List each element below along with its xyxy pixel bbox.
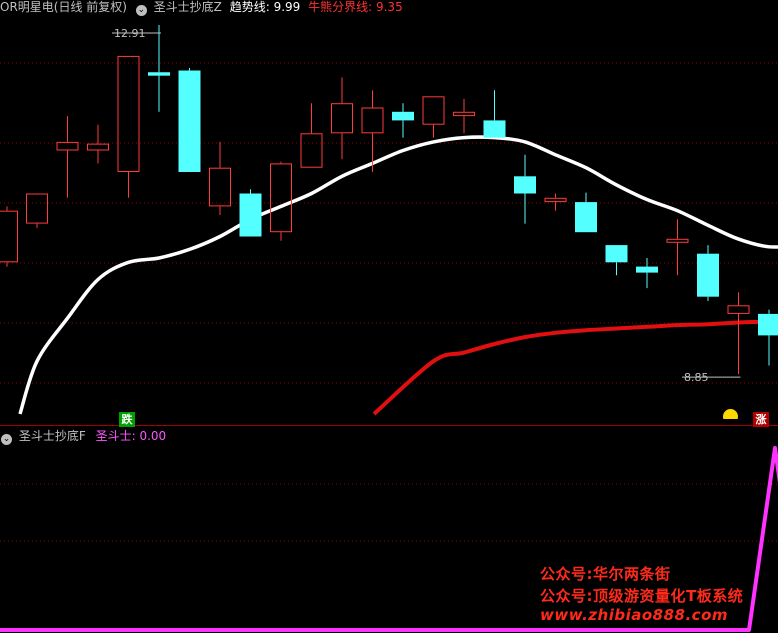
low-label: 8.85 (684, 371, 709, 384)
candle-body (26, 193, 48, 224)
drop-marker: 跌 (119, 412, 135, 427)
annotation-layer: 12.91 8.85 (112, 27, 741, 384)
candle-body (453, 111, 475, 117)
candle-body (87, 143, 109, 151)
candle-body (758, 313, 778, 336)
trend-line (18, 135, 778, 415)
signal-series-label: 圣斗士: (95, 429, 136, 443)
watermark-line-1: 公众号:华尔两条街 (540, 565, 671, 583)
high-label: 12.91 (114, 27, 146, 40)
candle-body (605, 245, 628, 263)
stock-title: OR明星电(日线 前复权) (0, 0, 127, 14)
grid-layer (0, 62, 778, 542)
candle-body (117, 55, 140, 172)
chart-stage: 12.91 8.85 OR明星电(日线 前复权) ⌄ 圣斗士抄底Z 趋势线: 9.… (0, 0, 778, 633)
candle-body (575, 202, 597, 233)
trend-line-value: 9.99 (273, 0, 301, 14)
watermark-line-3: www.zhibiao888.com (540, 606, 729, 624)
candle-body (331, 103, 353, 134)
indicator-menu-icon[interactable]: ⌄ (135, 5, 147, 16)
candle-body (483, 120, 506, 138)
bull-bear-value: 9.35 (375, 0, 403, 14)
candle-body (270, 163, 292, 233)
candle-body (148, 72, 170, 76)
candle-body (300, 133, 323, 168)
candle-body (666, 238, 689, 243)
candle-body (727, 305, 750, 314)
trend-line-label: 趋势线: (229, 0, 270, 14)
candle-body (544, 197, 567, 203)
rise-marker: 涨 (753, 412, 769, 427)
bull-bear-line (372, 316, 778, 416)
sub-header: ⌄ 圣斗士抄底F 圣斗士: 0.00 (0, 429, 166, 445)
candle-body (209, 167, 231, 207)
chart-canvas: 12.91 8.85 (0, 24, 778, 632)
sub-indicator-menu-icon[interactable]: ⌄ (1, 434, 12, 445)
candle-body (239, 193, 262, 237)
main-indicator-name: 圣斗士抄底Z (153, 0, 222, 14)
candle-body (697, 253, 719, 297)
main-header: OR明星电(日线 前复权) ⌄ 圣斗士抄底Z 趋势线: 9.99 牛熊分界线: … (0, 0, 403, 16)
candle-body (361, 107, 384, 134)
candle-body (56, 141, 79, 151)
candle-layer (0, 24, 778, 375)
candle-body (392, 111, 414, 121)
bull-bear-label: 牛熊分界线: (308, 0, 373, 14)
watermark-line-2: 公众号:顶级游资量化T板系统 (540, 587, 744, 605)
candle-edge-body (0, 210, 18, 263)
candle-body (422, 96, 445, 125)
signal-series-value: 0.00 (139, 429, 167, 443)
sub-indicator-name: 圣斗士抄底F (18, 429, 86, 443)
candle-body (636, 266, 658, 273)
candle-body (178, 70, 201, 172)
candle-body (514, 176, 536, 194)
line-layer (18, 135, 778, 416)
